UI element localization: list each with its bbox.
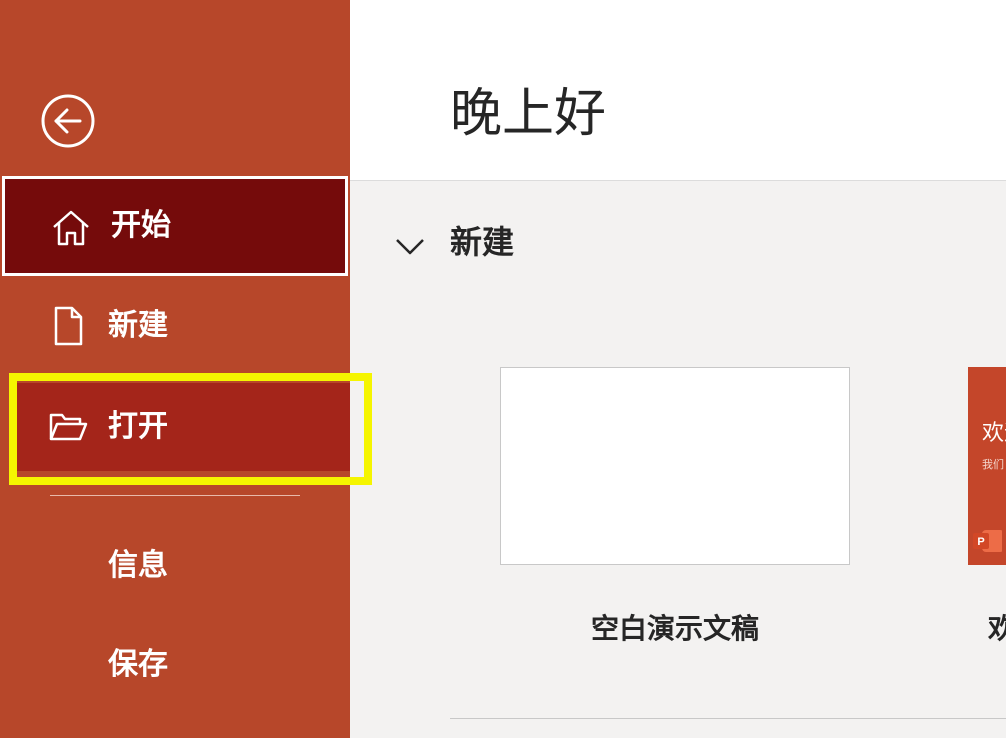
sidebar-item-new[interactable]: 新建 — [0, 278, 350, 374]
sidebar-item-label: 打开 — [108, 409, 168, 444]
collapse-toggle[interactable] — [392, 228, 428, 264]
sidebar-item-save[interactable]: 保存 — [0, 617, 350, 713]
sidebar-item-home[interactable]: 开始 — [2, 176, 348, 276]
template-label[interactable]: 空白演示文稿 — [500, 615, 850, 643]
blank-presentation-thumbnail[interactable] — [500, 367, 850, 565]
greeting-title: 晚上好 — [450, 84, 607, 144]
sidebar: 开始 新建 打开 信息 保存 — [0, 0, 350, 738]
thumbnail-title: 欢迎 — [982, 421, 1006, 446]
folder-open-icon — [48, 407, 88, 447]
welcome-template-thumbnail[interactable]: 欢迎 我们 P — [968, 367, 1006, 565]
sidebar-item-label: 信息 — [108, 548, 168, 583]
main-header: 晚上好 — [350, 0, 1006, 181]
sidebar-item-label: 开始 — [111, 208, 171, 243]
svg-text:P: P — [977, 536, 984, 548]
document-icon — [48, 306, 88, 346]
section-title-new: 新建 — [450, 223, 515, 261]
home-icon — [51, 208, 91, 248]
thumbnail-subtitle: 我们 — [982, 458, 1004, 471]
sidebar-divider — [50, 495, 300, 496]
template-label[interactable]: 欢 — [988, 615, 1006, 643]
sidebar-item-label: 保存 — [108, 647, 168, 682]
sidebar-item-open[interactable]: 打开 — [14, 383, 350, 471]
back-arrow-icon — [41, 94, 95, 148]
section-divider — [450, 718, 1006, 719]
powerpoint-backstage: 开始 新建 打开 信息 保存 晚上好 新建 空白演示文稿 欢 我们 P 欢 — [0, 0, 1006, 738]
chevron-down-icon — [396, 239, 424, 255]
powerpoint-logo-icon: P — [973, 530, 1002, 552]
sidebar-item-label: 新建 — [108, 308, 168, 343]
back-button[interactable] — [40, 93, 96, 149]
sidebar-item-info[interactable]: 信息 — [0, 518, 350, 614]
